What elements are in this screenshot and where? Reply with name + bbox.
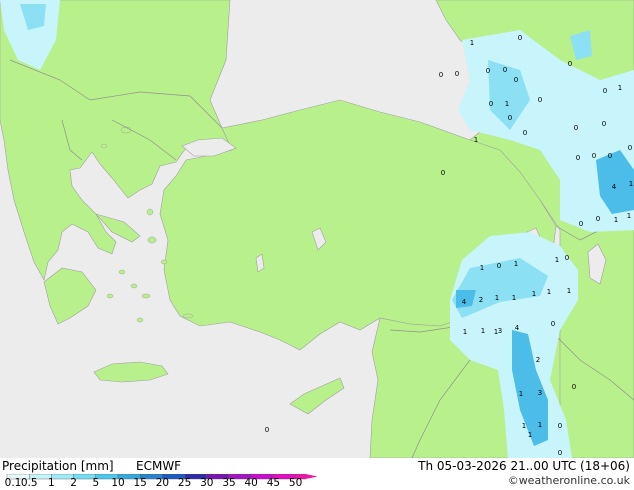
station-label: 1 [514,260,518,268]
station-label: 0 [565,254,569,262]
color-scale-tick: 5 [92,477,100,489]
station-label: 1 [505,100,509,108]
station-label: 0 [489,100,493,108]
color-scale: 0.1 0.5 1 2 5 10 15 20 25 30 35 40 45 50 [3,474,331,490]
station-label: 4 [462,298,467,306]
station-label: 1 [555,256,559,264]
station-label: 1 [463,328,467,336]
station-label: 0 [439,71,443,79]
station-label: 1 [538,421,542,429]
station-label: 0 [503,66,507,74]
station-label: 1 [470,39,474,47]
legend-title: Precipitation [mm] [2,459,114,473]
footer: Precipitation [mm] ECMWF Th 05-03-2026 2… [0,458,634,490]
station-label: 0 [628,144,632,152]
station-label: 0 [596,215,600,223]
color-scale-tick: 20 [155,477,170,489]
station-label: 1 [522,422,526,430]
station-label: 1 [614,216,618,224]
station-label: 1 [567,287,571,295]
color-scale-tick: 40 [244,477,258,489]
color-scale-tick: 2 [70,477,77,489]
station-label: 0 [508,114,512,122]
station-label: 1 [547,288,551,296]
color-scale-tick: 30 [200,477,214,489]
color-scale-tick: 1 [48,477,55,489]
station-label: 0 [574,124,578,132]
station-label: 4 [612,183,617,191]
station-label: 1 [618,84,622,92]
color-scale-tick: 0.1 [4,477,22,489]
color-scale-arrow [305,474,318,479]
color-scale-tick: 10 [111,477,125,489]
station-label: 0 [497,262,501,270]
station-label: 1 [512,294,516,302]
color-scale-tick: 0.5 [20,477,38,489]
station-label: 3 [498,327,502,335]
station-label: 3 [538,389,542,397]
station-label: 1 [532,290,536,298]
station-label: 0 [602,120,606,128]
color-scale-tick: 15 [133,477,147,489]
station-label: 0 [551,320,555,328]
credit-text: ©weatheronline.co.uk [507,474,630,487]
station-label: 1 [627,212,631,220]
station-label: 0 [486,67,490,75]
model-name: ECMWF [136,459,182,473]
station-label: 0 [523,129,527,137]
station-label: 0 [572,383,576,391]
station-label: 1 [481,327,485,335]
station-label: 1 [519,390,523,398]
station-label: 0 [455,70,459,78]
color-scale-tick: 50 [288,477,303,489]
color-scale-tick: 45 [266,477,281,489]
station-label: 1 [494,328,498,336]
station-label: 0 [568,60,572,68]
valid-time: Th 05-03-2026 21..00 UTC (18+06) [418,459,630,473]
color-scale-tick: 35 [222,477,236,489]
station-label: 0 [514,76,518,84]
station-label: 0 [558,449,562,457]
station-label: 4 [515,324,520,332]
color-scale-tick: 25 [177,477,192,489]
station-label: 1 [480,264,484,272]
station-label: 0 [558,422,562,430]
station-label: 0 [579,220,583,228]
precipitation-map: 1 0 0 0 0 0 0 1 0 0 0 1 0 0 0 0 0 0 0 1 … [0,0,634,458]
station-label: 0 [576,154,580,162]
station-label: 0 [441,169,445,177]
station-label: 1 [629,180,633,188]
station-label: 1 [474,136,478,144]
station-label: 0 [603,87,607,95]
station-label: 0 [538,96,542,104]
station-label: 2 [479,296,483,304]
station-label: 1 [495,294,499,302]
station-label: 1 [528,431,532,439]
station-label: 2 [536,356,540,364]
station-label: 0 [518,34,522,42]
station-label: 0 [608,152,612,160]
station-label: 0 [265,426,269,434]
station-label: 0 [592,152,596,160]
